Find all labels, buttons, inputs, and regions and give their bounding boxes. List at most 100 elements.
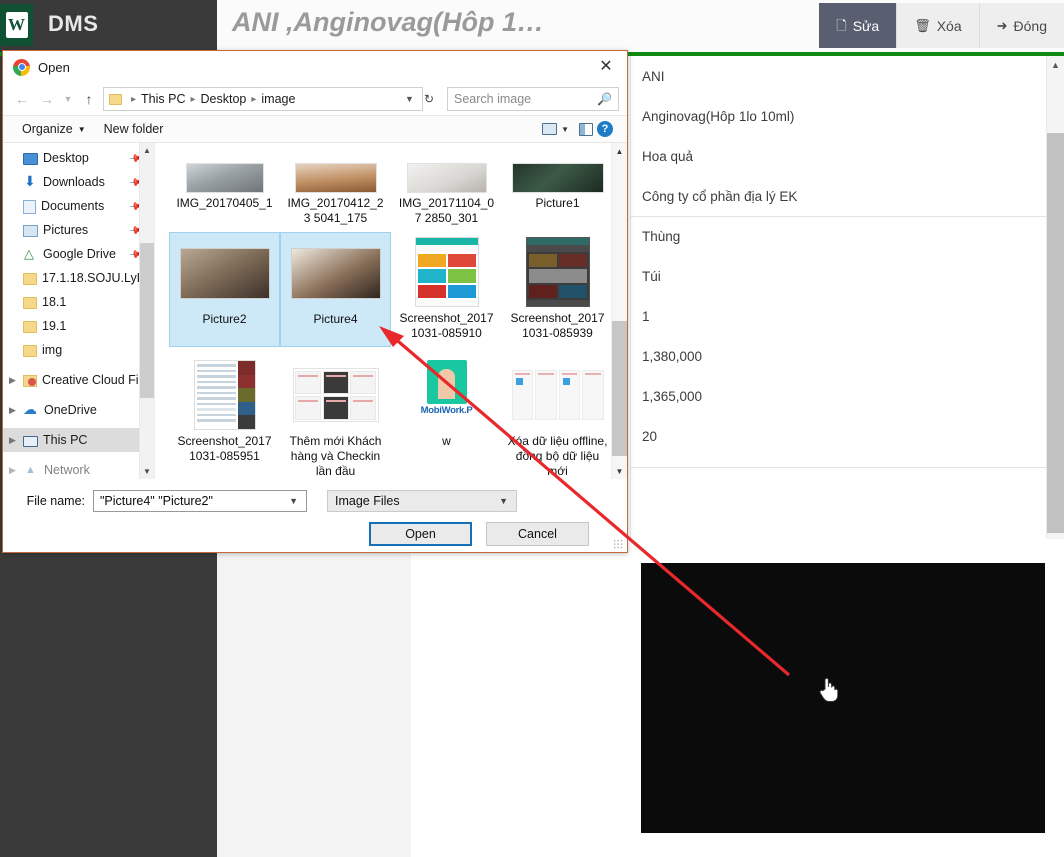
toolbar-right-group: ▼ ? bbox=[542, 121, 617, 137]
file-name: IMG_20170412_23 5041_175 bbox=[287, 196, 384, 225]
file-edit-icon: 🗋 bbox=[836, 18, 847, 33]
open-button[interactable]: Open bbox=[369, 522, 472, 546]
file-name-label: File name: bbox=[26, 494, 85, 508]
chevron-right-icon[interactable]: ▶ bbox=[9, 435, 23, 446]
detail-row: 1 bbox=[631, 296, 1064, 336]
file-list-scrollbar[interactable]: ▲ ▼ bbox=[611, 143, 627, 479]
list-item[interactable]: Thêm mới Khách hàng và Checkin lần đầu bbox=[280, 355, 391, 479]
detail-row: Thùng bbox=[631, 216, 1064, 256]
chevron-right-icon[interactable]: ▶ bbox=[9, 465, 23, 476]
breadcrumb-item-image[interactable]: image bbox=[261, 92, 295, 106]
sidebar-item-soju[interactable]: 17.1.18.SOJU.LyL bbox=[3, 266, 154, 290]
app-logo: W bbox=[0, 4, 33, 46]
sidebar-item-18-1[interactable]: 18.1 bbox=[3, 290, 154, 314]
list-item[interactable]: Picture1 bbox=[502, 143, 613, 232]
scroll-up-icon[interactable]: ▲ bbox=[612, 143, 627, 159]
file-name-input[interactable]: "Picture4" "Picture2" ▼ bbox=[93, 490, 307, 512]
search-placeholder: Search image bbox=[454, 92, 532, 106]
file-name: Thêm mới Khách hàng và Checkin lần đầu bbox=[289, 434, 382, 478]
navigation-tree-items: Desktop 📌 Downloads 📌 Documents 📌 bbox=[3, 143, 154, 479]
delete-button[interactable]: 🗑 Xóa bbox=[896, 3, 979, 48]
sidebar-item-network[interactable]: ▶ Network bbox=[3, 458, 154, 479]
chevron-right-icon[interactable]: ▶ bbox=[9, 375, 23, 386]
help-icon[interactable]: ? bbox=[597, 121, 613, 137]
close-icon[interactable]: ✕ bbox=[591, 53, 621, 79]
detail-bottom-divider bbox=[631, 467, 1064, 468]
sidebar-item-pictures[interactable]: Pictures 📌 bbox=[3, 218, 154, 242]
sidebar-item-label: Google Drive bbox=[43, 247, 116, 261]
breadcrumb-item-this-pc[interactable]: This PC bbox=[141, 92, 185, 106]
view-layout-icon[interactable] bbox=[542, 123, 558, 135]
list-item[interactable]: Picture4 bbox=[280, 232, 391, 347]
sidebar-item-desktop[interactable]: Desktop 📌 bbox=[3, 146, 154, 170]
sidebar-item-creative-cloud[interactable]: ▶ Creative Cloud Fil bbox=[3, 368, 154, 392]
detail-value: Công ty cổ phần địa lý EK bbox=[642, 188, 798, 204]
sidebar-item-downloads[interactable]: Downloads 📌 bbox=[3, 170, 154, 194]
navigation-tree[interactable]: Desktop 📌 Downloads 📌 Documents 📌 bbox=[3, 143, 155, 479]
scrollbar-thumb[interactable] bbox=[1047, 133, 1064, 533]
chevron-down-icon[interactable]: ▼ bbox=[399, 94, 420, 104]
refresh-icon[interactable]: ↻ bbox=[424, 92, 438, 106]
file-thumbnail: MobiWork.P bbox=[398, 359, 495, 431]
downloads-icon bbox=[23, 173, 38, 190]
arrow-up-icon[interactable]: ↑ bbox=[78, 87, 100, 111]
scroll-down-icon[interactable]: ▼ bbox=[140, 464, 154, 479]
detail-panel: ANI Anginovag(Hôp 1lo 10ml) Hoa quả Công… bbox=[630, 56, 1064, 539]
new-folder-button[interactable]: New folder bbox=[95, 122, 173, 136]
detail-panel-scrollbar[interactable]: ▲ bbox=[1046, 56, 1064, 539]
documents-icon bbox=[23, 199, 36, 214]
sidebar-item-onedrive[interactable]: ▶ OneDrive bbox=[3, 398, 154, 422]
file-type-select[interactable]: Image Files ▼ bbox=[327, 490, 517, 512]
chevron-down-icon[interactable]: ▼ bbox=[61, 87, 75, 111]
chevron-right-icon[interactable]: ▶ bbox=[9, 405, 23, 416]
resize-grip-icon[interactable] bbox=[613, 539, 623, 549]
sidebar-item-img[interactable]: img bbox=[3, 338, 154, 362]
detail-value: Anginovag(Hôp 1lo 10ml) bbox=[642, 108, 795, 124]
edit-button[interactable]: 🗋 Sửa bbox=[819, 3, 897, 48]
dialog-buttons: Open Cancel bbox=[19, 522, 611, 546]
caret-down-icon[interactable]: ▼ bbox=[561, 125, 575, 134]
breadcrumb-item-desktop[interactable]: Desktop bbox=[201, 92, 247, 106]
detail-value: ANI bbox=[642, 68, 665, 84]
list-item[interactable]: Screenshot_2017 1031-085951 bbox=[169, 355, 280, 479]
trash-icon: 🗑 bbox=[914, 18, 931, 33]
scrollbar-thumb[interactable] bbox=[140, 243, 154, 398]
sidebar-item-label: Network bbox=[44, 463, 90, 477]
close-button[interactable]: ➜ Đóng bbox=[978, 3, 1064, 48]
arrow-left-icon[interactable]: ← bbox=[11, 87, 33, 111]
list-item[interactable]: MobiWork.P w bbox=[391, 355, 502, 479]
sidebar-item-documents[interactable]: Documents 📌 bbox=[3, 194, 154, 218]
list-item[interactable]: Picture2 bbox=[169, 232, 280, 347]
media-preview[interactable] bbox=[641, 563, 1045, 833]
sidebar-item-label: This PC bbox=[43, 433, 88, 447]
list-item[interactable]: IMG_20170412_23 5041_175 bbox=[280, 143, 391, 232]
delete-button-label: Xóa bbox=[936, 17, 962, 34]
list-item[interactable]: IMG_20171104_07 2850_301 bbox=[391, 143, 502, 232]
list-item[interactable]: IMG_20170405_1 bbox=[169, 143, 280, 232]
search-input[interactable]: Search image 🔍 bbox=[447, 87, 619, 111]
organize-menu[interactable]: Organize ▼ bbox=[13, 122, 95, 136]
sidebar-item-google-drive[interactable]: Google Drive 📌 bbox=[3, 242, 154, 266]
sidebar-item-19-1[interactable]: 19.1 bbox=[3, 314, 154, 338]
file-grid: IMG_20170405_1 IMG_20170412_23 5041_175 … bbox=[155, 143, 627, 479]
breadcrumb[interactable]: ▸ This PC ▸ Desktop ▸ image ▼ bbox=[103, 87, 423, 111]
list-item[interactable]: Screenshot_2017 1031-085910 bbox=[391, 232, 502, 347]
scroll-up-icon[interactable]: ▲ bbox=[1047, 56, 1064, 73]
scroll-up-icon[interactable]: ▲ bbox=[140, 143, 154, 158]
cancel-button[interactable]: Cancel bbox=[486, 522, 589, 546]
chevron-down-icon[interactable]: ▼ bbox=[493, 496, 514, 506]
list-item[interactable]: Screenshot_2017 1031-085939 bbox=[502, 232, 613, 347]
arrow-right-icon[interactable]: → bbox=[36, 87, 58, 111]
scroll-down-icon[interactable]: ▼ bbox=[612, 463, 627, 479]
close-button-label: Đóng bbox=[1013, 17, 1047, 34]
tree-scrollbar[interactable]: ▲ ▼ bbox=[139, 143, 154, 479]
sidebar-item-this-pc[interactable]: ▶ This PC bbox=[3, 428, 154, 452]
sidebar-item-label: 18.1 bbox=[42, 295, 67, 309]
preview-pane-icon[interactable] bbox=[579, 122, 593, 136]
scrollbar-thumb[interactable] bbox=[612, 321, 627, 456]
list-item[interactable]: Xóa dữ liệu offline, đồng bộ dữ liệu mới bbox=[502, 355, 613, 479]
file-list[interactable]: IMG_20170405_1 IMG_20170412_23 5041_175 … bbox=[155, 143, 627, 479]
file-name: Picture4 bbox=[313, 312, 358, 326]
chevron-down-icon[interactable]: ▼ bbox=[283, 496, 304, 506]
detail-value: 20 bbox=[642, 428, 658, 444]
